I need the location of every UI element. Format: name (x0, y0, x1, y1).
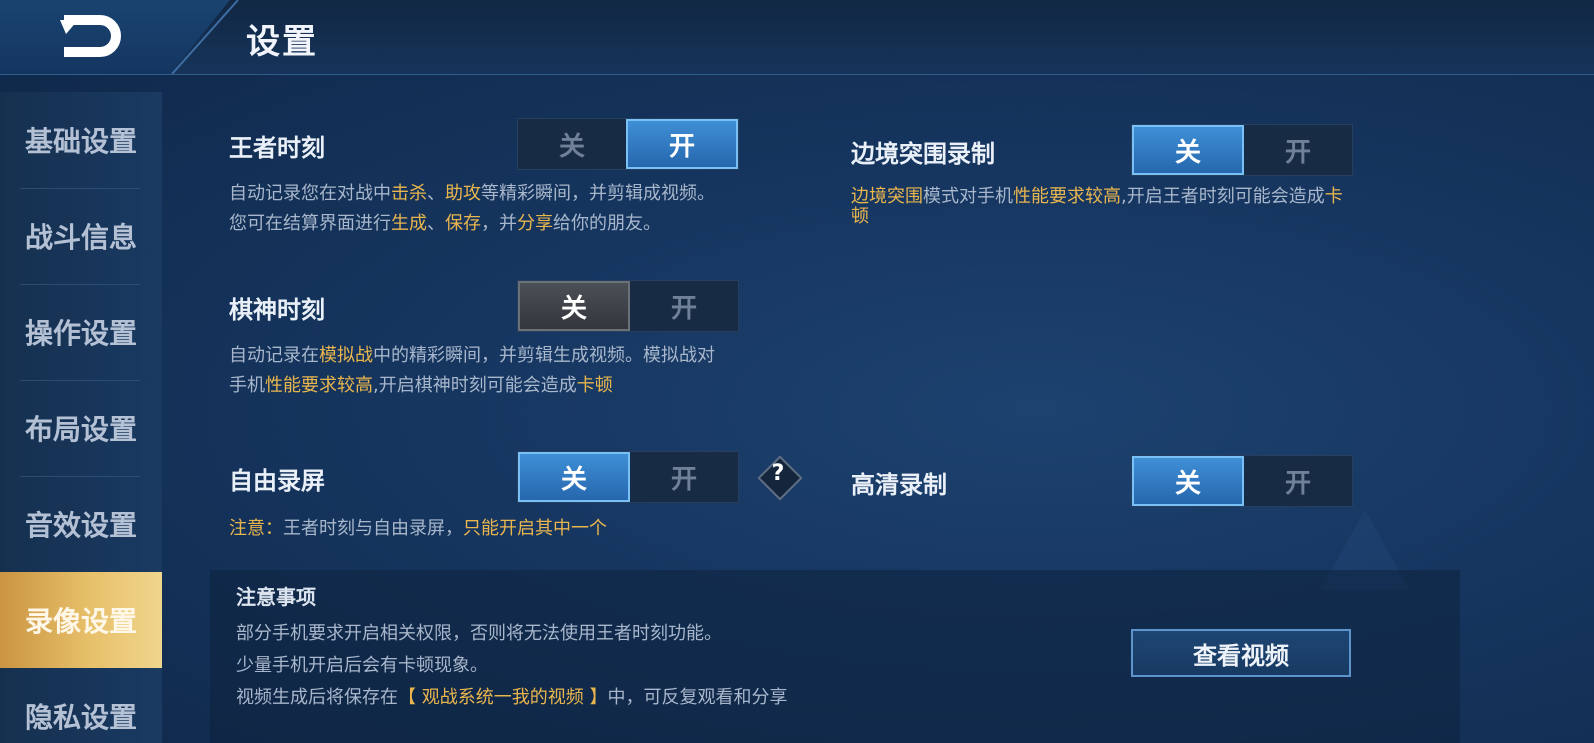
notice-line-2: 少量手机开启后会有卡顿现象。 (236, 655, 488, 676)
sidebar: 基础设置 战斗信息 操作设置 布局设置 音效设置 录像设置 隐私设置 (0, 92, 162, 743)
notice-title: 注意事项 (236, 585, 316, 609)
toggle-off-option[interactable]: 关 (1132, 125, 1244, 175)
toggle-off-option[interactable]: 关 (518, 452, 630, 502)
toggle-on-option[interactable]: 开 (1244, 125, 1352, 175)
sidebar-item-battle-info[interactable]: 战斗信息 (0, 188, 162, 284)
header-bar: 设置 (0, 0, 1594, 75)
page-title: 设置 (246, 22, 318, 62)
notice-line-1: 部分手机要求开启相关权限，否则将无法使用王者时刻功能。 (236, 623, 722, 644)
setting-label-border-record: 边境突围录制 (851, 140, 995, 168)
note-free-record: 注意：王者时刻与自由录屏，只能开启其中一个 (229, 518, 607, 539)
toggle-off-option[interactable]: 关 (518, 281, 630, 331)
toggle-on-option[interactable]: 开 (630, 281, 738, 331)
toggle-on-option[interactable]: 开 (630, 452, 738, 502)
question-mark-icon: ? (771, 461, 785, 486)
help-button[interactable]: ? (757, 455, 803, 501)
toggle-off-option[interactable]: 关 (1132, 456, 1244, 506)
toggle-free-record: 关 开 (517, 451, 739, 503)
toggle-off-option[interactable]: 关 (518, 119, 626, 169)
sidebar-item-privacy[interactable]: 隐私设置 (0, 668, 162, 743)
setting-label-hd-record: 高清录制 (851, 471, 947, 499)
sidebar-item-controls[interactable]: 操作设置 (0, 284, 162, 380)
toggle-border-record: 关 开 (1131, 124, 1353, 176)
notice-line-3: 视频生成后将保存在【 观战系统一我的视频 】中，可反复观看和分享 (236, 687, 788, 708)
toggle-hd-record: 关 开 (1131, 455, 1353, 507)
header-divider-line (171, 0, 239, 74)
toggle-on-option[interactable]: 开 (626, 119, 738, 169)
toggle-on-option[interactable]: 开 (1244, 456, 1352, 506)
sidebar-item-sound[interactable]: 音效设置 (0, 476, 162, 572)
setting-label-free-record: 自由录屏 (229, 467, 325, 495)
view-video-button[interactable]: 查看视频 (1131, 629, 1351, 677)
description-border-line2: 顿 (851, 206, 869, 227)
toggle-wangzhe-moment: 关 开 (517, 118, 739, 170)
sidebar-item-recording[interactable]: 录像设置 (0, 572, 162, 668)
setting-label-qishen-moment: 棋神时刻 (229, 296, 325, 324)
sidebar-item-basic[interactable]: 基础设置 (0, 92, 162, 188)
description-qishen-line2: 手机性能要求较高,开启棋神时刻可能会造成卡顿 (229, 375, 613, 396)
description-wangzhe-line1: 自动记录您在对战中击杀、助攻等精彩瞬间，并剪辑成视频。 (229, 183, 715, 204)
description-qishen-line1: 自动记录在模拟战中的精彩瞬间，并剪辑生成视频。模拟战对 (229, 345, 715, 366)
back-arrow-icon (60, 15, 121, 57)
description-wangzhe-line2: 您可在结算界面进行生成、保存，并分享给你的朋友。 (229, 213, 661, 234)
setting-label-wangzhe-moment: 王者时刻 (229, 134, 325, 162)
sidebar-item-layout[interactable]: 布局设置 (0, 380, 162, 476)
description-border-line1: 边境突围模式对手机性能要求较高,开启王者时刻可能会造成卡 (851, 186, 1343, 207)
toggle-qishen-moment: 关 开 (517, 280, 739, 332)
